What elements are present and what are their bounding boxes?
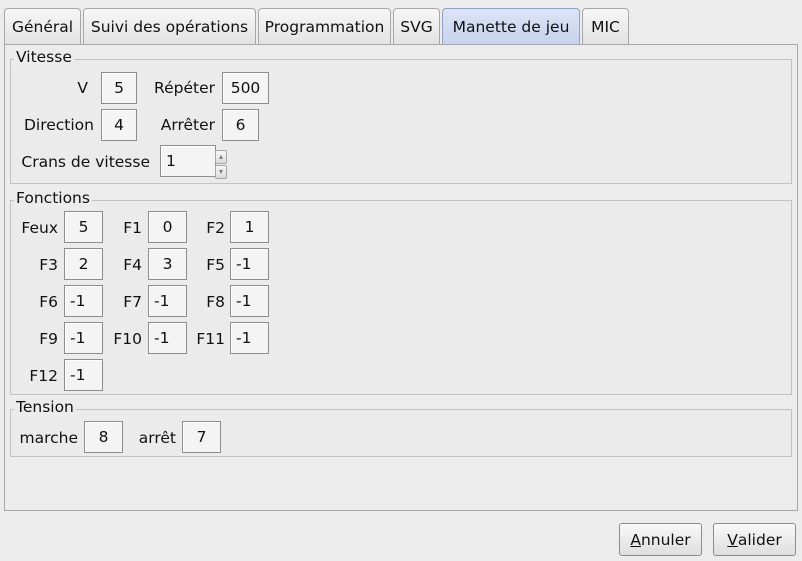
annuler-label: nnuler	[640, 530, 691, 549]
f9-label: F9	[39, 330, 58, 348]
v-field[interactable]: 5	[101, 72, 137, 104]
valider-button[interactable]: Valider	[713, 523, 796, 556]
arret-label: arrêt	[138, 429, 176, 447]
crans-vitesse-stepper[interactable]: ▴ ▾	[215, 150, 228, 180]
marche-label: marche	[19, 429, 78, 447]
arret-field[interactable]: 7	[182, 421, 221, 453]
f5-field[interactable]: -1	[230, 248, 269, 280]
f12-field[interactable]: -1	[64, 359, 103, 391]
spin-up-icon[interactable]: ▴	[215, 150, 227, 164]
f6-label: F6	[39, 293, 58, 311]
annuler-button[interactable]: Annuler	[619, 523, 702, 556]
valider-label: alider	[737, 530, 782, 549]
direction-field[interactable]: 4	[101, 109, 137, 141]
f9-field[interactable]: -1	[64, 322, 103, 354]
f10-label: F10	[113, 330, 142, 348]
f11-label: F11	[196, 330, 225, 348]
direction-label: Direction	[23, 116, 94, 134]
spin-down-icon[interactable]: ▾	[215, 165, 227, 179]
feux-field[interactable]: 5	[64, 211, 103, 243]
f8-label: F8	[206, 293, 225, 311]
f5-label: F5	[206, 256, 225, 274]
crans-vitesse-label: Crans de vitesse	[21, 153, 150, 171]
f3-label: F3	[39, 256, 58, 274]
repeter-label: Répéter	[154, 79, 215, 97]
repeter-field[interactable]: 500	[222, 72, 269, 104]
feux-label: Feux	[21, 219, 58, 237]
annuler-mnemonic: A	[630, 530, 641, 549]
tab-programmation[interactable]: Programmation	[258, 8, 391, 45]
f2-label: F2	[206, 219, 225, 237]
vitesse-group-title: Vitesse	[14, 48, 74, 66]
tension-group-title: Tension	[14, 398, 76, 416]
f8-field[interactable]: -1	[230, 285, 269, 317]
f6-field[interactable]: -1	[64, 285, 103, 317]
f4-label: F4	[123, 256, 142, 274]
tab-suivi-operations[interactable]: Suivi des opérations	[83, 8, 256, 45]
v-label: V	[77, 79, 88, 97]
tab-svg[interactable]: SVG	[393, 8, 440, 45]
f1-label: F1	[123, 219, 142, 237]
tab-manette-de-jeu[interactable]: Manette de jeu	[442, 8, 580, 45]
marche-field[interactable]: 8	[84, 421, 123, 453]
f3-field[interactable]: 2	[64, 248, 103, 280]
f4-field[interactable]: 3	[148, 248, 187, 280]
tab-mic[interactable]: MIC	[582, 8, 629, 45]
f10-field[interactable]: -1	[148, 322, 187, 354]
f1-field[interactable]: 0	[148, 211, 187, 243]
f12-label: F12	[29, 367, 58, 385]
f7-field[interactable]: -1	[148, 285, 187, 317]
arreter-label: Arrêter	[160, 116, 215, 134]
f11-field[interactable]: -1	[230, 322, 269, 354]
crans-vitesse-spinner[interactable]: 1	[160, 145, 216, 177]
f2-field[interactable]: 1	[230, 211, 269, 243]
fonctions-group-title: Fonctions	[14, 189, 92, 207]
valider-mnemonic: V	[727, 530, 738, 549]
f7-label: F7	[123, 293, 142, 311]
tab-general[interactable]: Général	[4, 8, 81, 45]
arreter-field[interactable]: 6	[222, 109, 259, 141]
